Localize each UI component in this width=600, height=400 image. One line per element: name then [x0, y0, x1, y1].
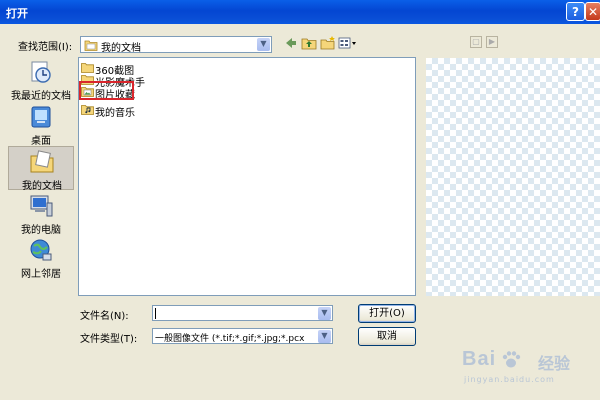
network-places-icon [30, 239, 52, 261]
place-label: 我的电脑 [21, 225, 61, 236]
chevron-down-icon[interactable]: ▼ [318, 330, 331, 343]
place-network[interactable]: 网上邻居 [8, 235, 74, 280]
filename-label: 文件名(N): [80, 311, 129, 322]
highlight-annotation [79, 81, 134, 100]
folder-icon [84, 40, 98, 51]
filetype-label: 文件类型(T): [80, 334, 138, 345]
open-button[interactable]: 打开(O) [358, 304, 416, 323]
recent-documents-icon [31, 61, 51, 83]
my-documents-icon [30, 150, 54, 173]
look-in-dropdown[interactable]: 我的文档 ▼ [80, 36, 272, 54]
my-computer-icon [30, 195, 53, 217]
place-my-documents[interactable]: 我的文档 [8, 146, 74, 192]
help-button[interactable]: ? [566, 2, 585, 21]
file-name: 我的音乐 [95, 108, 135, 119]
close-button[interactable]: ✕ [585, 2, 600, 21]
place-recent-documents[interactable]: 我最近的文档 [8, 57, 74, 102]
open-file-dialog: 打开 ? ✕ 查找范围(I): 我的文档 ▼ ▢ ▶ 我最近的文档 桌面 我的文… [0, 0, 600, 400]
paw-icon [502, 351, 521, 368]
preview-panel [426, 58, 600, 296]
music-folder-icon [81, 105, 94, 115]
new-folder-icon[interactable] [320, 36, 336, 52]
views-menu-icon[interactable] [338, 36, 358, 52]
filename-input[interactable]: ▼ [152, 305, 333, 321]
folder-icon [81, 63, 94, 73]
chevron-down-icon[interactable]: ▼ [318, 307, 331, 320]
places-bar: 我最近的文档 桌面 我的文档 我的电脑 网上邻居 [8, 57, 74, 280]
desktop-icon [31, 106, 51, 128]
place-label: 网上邻居 [21, 269, 61, 280]
chevron-down-icon[interactable]: ▼ [257, 38, 270, 51]
up-folder-icon[interactable] [301, 36, 317, 52]
place-my-computer[interactable]: 我的电脑 [8, 191, 74, 236]
title-bar[interactable]: 打开 ? ✕ [0, 0, 600, 24]
text-caret [155, 308, 156, 319]
baidu-watermark: Bai 经验 jingyan.baidu.com [462, 348, 592, 388]
look-in-label: 查找范围(I): [18, 42, 73, 53]
filetype-value: 一般图像文件 (*.tif;*.gif;*.jpg;*.pcx [155, 334, 305, 344]
place-label: 我的文档 [22, 181, 62, 192]
place-label: 我最近的文档 [11, 91, 71, 102]
look-in-value: 我的文档 [101, 43, 141, 54]
place-label: 桌面 [31, 136, 51, 147]
watermark-brand: Bai [462, 348, 497, 370]
window-title: 打开 [6, 7, 28, 20]
back-icon[interactable] [284, 36, 298, 52]
watermark-url: jingyan.baidu.com [464, 375, 555, 384]
place-desktop[interactable]: 桌面 [8, 102, 74, 147]
preview-toggle-icon[interactable]: ▢ [470, 36, 482, 48]
preview-next-icon[interactable]: ▶ [486, 36, 498, 48]
cancel-button[interactable]: 取消 [358, 327, 416, 346]
watermark-suffix: 经验 [538, 354, 571, 373]
filetype-select[interactable]: 一般图像文件 (*.tif;*.gif;*.jpg;*.pcx ▼ [152, 328, 333, 344]
